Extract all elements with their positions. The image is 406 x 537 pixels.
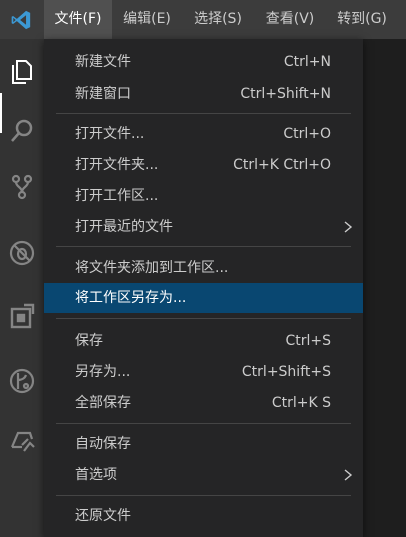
menu-item-auto-save[interactable]: 自动保存 [44,429,363,459]
menu-separator [56,495,351,496]
menu-item-new-file[interactable]: 新建文件 Ctrl+N [44,47,363,77]
menu-item-label: 还原文件 [75,508,131,524]
chevron-right-icon [344,469,353,481]
menu-go[interactable]: 转到(G) [328,0,396,39]
menu-view[interactable]: 查看(V) [256,0,324,39]
menu-item-label: 全部保存 [75,395,131,411]
menu-item-shortcut: Ctrl+K Ctrl+O [233,157,331,173]
menu-item-open-folder[interactable]: 打开文件夹... Ctrl+K Ctrl+O [44,150,363,180]
chevron-right-icon [344,221,353,233]
menu-item-label: 打开最近的文件 [75,219,173,235]
menu-item-label: 自动保存 [75,436,131,452]
menu-item-open-file[interactable]: 打开文件... Ctrl+O [44,119,363,149]
menu-separator [56,423,351,424]
menubar: 文件(F) 编辑(E) 选择(S) 查看(V) 转到(G) [0,0,406,39]
menu-item-label: 新建文件 [75,54,131,70]
menu-item-label: 将文件夹添加到工作区... [75,260,229,276]
timeline-icon[interactable] [6,365,38,397]
menu-item-label: 保存 [75,333,103,349]
menu-item-open-recent[interactable]: 打开最近的文件 [44,212,363,242]
menu-item-shortcut: Ctrl+S [285,333,331,349]
menu-item-label: 打开工作区... [75,188,159,204]
menu-item-label: 首选项 [75,467,117,483]
search-icon[interactable] [6,115,38,147]
active-indicator [0,93,2,133]
menu-item-label: 新建窗口 [75,86,131,102]
menu-separator [56,246,351,247]
menu-item-shortcut: Ctrl+O [283,126,331,142]
menu-item-label: 打开文件... [75,126,145,142]
menu-item-revert-file[interactable]: 还原文件 [44,501,363,531]
menu-item-shortcut: Ctrl+K S [271,395,331,411]
menu-item-save-all[interactable]: 全部保存 Ctrl+K S [44,388,363,418]
menu-file[interactable]: 文件(F) [44,0,112,39]
menu-item-new-window[interactable]: 新建窗口 Ctrl+Shift+N [44,79,363,109]
menu-separator [56,318,351,319]
menu-item-shortcut: Ctrl+N [283,54,331,70]
menu-item-preferences[interactable]: 首选项 [44,460,363,490]
menu-item-save-workspace-as[interactable]: 将工作区另存为... [44,283,363,313]
source-control-icon[interactable] [6,171,38,203]
activity-bar [0,39,44,537]
file-menu-dropdown: 新建文件 Ctrl+N 新建窗口 Ctrl+Shift+N 打开文件... Ct… [44,39,363,537]
explorer-icon[interactable] [6,55,38,87]
menu-item-label: 打开文件夹... [75,157,159,173]
vscode-logo-icon[interactable] [6,5,36,35]
menu-item-shortcut: Ctrl+Shift+S [241,364,331,380]
remote-explorer-icon[interactable] [6,425,38,457]
menu-separator [56,113,351,114]
menu-item-label: 将工作区另存为... [75,290,187,306]
menu-item-shortcut: Ctrl+Shift+N [240,86,331,102]
vscode-window: 文件(F) 编辑(E) 选择(S) 查看(V) 转到(G) 新建文件 Ctrl+… [0,0,406,537]
menu-item-label: 另存为... [75,364,131,380]
menu-item-open-workspace[interactable]: 打开工作区... [44,181,363,211]
menu-item-save-as[interactable]: 另存为... Ctrl+Shift+S [44,357,363,387]
menu-selection[interactable]: 选择(S) [184,0,252,39]
debug-icon[interactable] [6,237,38,269]
extensions-icon[interactable] [6,301,38,333]
menu-edit[interactable]: 编辑(E) [114,0,180,39]
menu-item-add-folder-to-workspace[interactable]: 将文件夹添加到工作区... [44,253,363,283]
menu-item-save[interactable]: 保存 Ctrl+S [44,326,363,356]
